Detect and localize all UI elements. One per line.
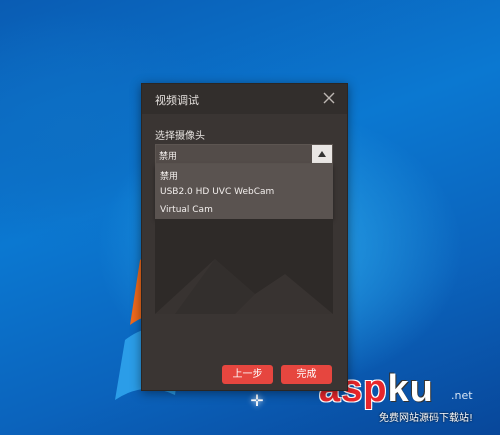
camera-select[interactable]: 禁用 — [155, 144, 333, 164]
camera-option-label: 禁用 — [160, 172, 179, 182]
camera-select-label: 选择摄像头 — [155, 131, 205, 142]
camera-option-virtual-cam[interactable]: Virtual Cam — [155, 201, 333, 219]
preview-placeholder-icon — [155, 259, 333, 314]
watermark-tagline: 免费网站源码下载站! — [379, 413, 474, 424]
select-toggle-button[interactable] — [312, 145, 332, 163]
camera-preview-area — [155, 219, 333, 314]
video-debug-dialog: 视频调试 选择摄像头 禁用 禁用 USB2.0 HD UVC WebCam Vi… — [141, 83, 348, 391]
triangle-up-icon — [318, 151, 326, 157]
desktop-background: ✛ aspku .net 免费网站源码下载站! 视频调试 选择摄像头 禁用 禁用… — [0, 0, 500, 435]
previous-step-button[interactable]: 上一步 — [222, 365, 273, 384]
watermark-brand-white: ku — [387, 368, 434, 410]
close-icon — [323, 92, 335, 104]
camera-dropdown-list: 禁用 USB2.0 HD UVC WebCam Virtual Cam — [155, 164, 333, 219]
camera-option-label: USB2.0 HD UVC WebCam — [160, 187, 275, 197]
close-button[interactable] — [321, 90, 337, 106]
dialog-header: 视频调试 — [142, 84, 347, 114]
watermark-domain: .net — [451, 389, 473, 402]
dialog-title: 视频调试 — [155, 94, 199, 107]
camera-select-value: 禁用 — [159, 152, 178, 162]
camera-option-disabled[interactable]: 禁用 — [155, 165, 333, 183]
sparkle-icon: ✛ — [250, 391, 264, 410]
camera-option-usb-webcam[interactable]: USB2.0 HD UVC WebCam — [155, 183, 333, 201]
camera-option-label: Virtual Cam — [160, 205, 213, 215]
finish-button[interactable]: 完成 — [281, 365, 332, 384]
